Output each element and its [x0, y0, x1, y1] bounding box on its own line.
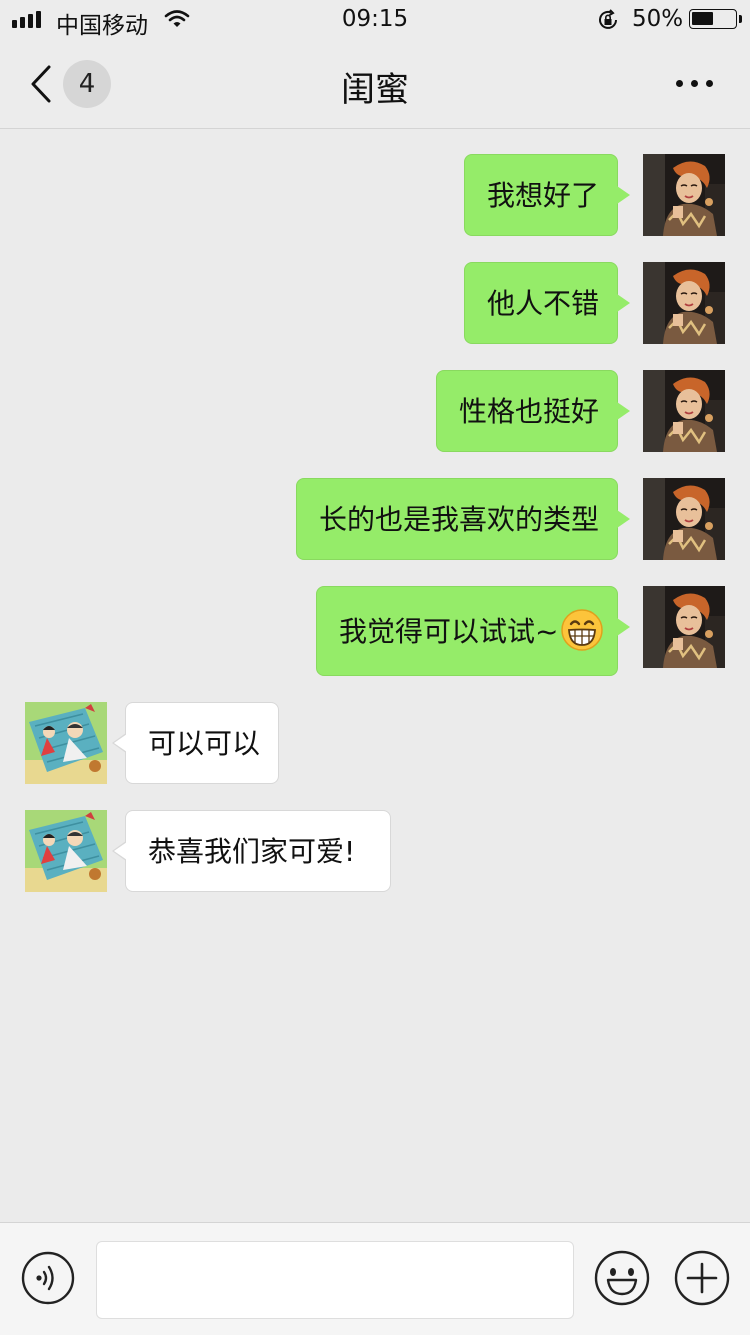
outgoing-bubble[interactable]: 性格也挺好 [436, 370, 630, 452]
message-text: 长的也是我喜欢的类型 [319, 503, 600, 536]
smiley-icon[interactable] [594, 1250, 650, 1306]
my-avatar[interactable] [643, 586, 725, 668]
battery-percent: 50% [632, 6, 684, 32]
message-text: 可以可以 [148, 727, 261, 760]
outgoing-bubble[interactable]: 我觉得可以试试~ [316, 586, 630, 676]
my-avatar[interactable] [643, 262, 725, 344]
outgoing-bubble[interactable]: 长的也是我喜欢的类型 [296, 478, 630, 560]
message-text: 恭喜我们家可爱! [148, 835, 356, 868]
incoming-bubble[interactable]: 可以可以 [112, 702, 279, 784]
outgoing-bubble[interactable]: 他人不错 [464, 262, 630, 344]
message-text: 我想好了 [487, 179, 600, 212]
my-avatar[interactable] [643, 154, 725, 236]
input-bar [0, 1222, 750, 1335]
status-bar: 中国移动 09:15 50% [0, 0, 750, 40]
my-avatar[interactable] [643, 370, 725, 452]
friend-avatar[interactable] [25, 810, 107, 892]
grinning-face-emoji [561, 609, 604, 651]
incoming-bubble[interactable]: 恭喜我们家可爱! [112, 810, 391, 892]
friend-avatar[interactable] [25, 702, 107, 784]
message-text: 他人不错 [487, 287, 600, 320]
outgoing-bubble[interactable]: 我想好了 [464, 154, 630, 236]
rotation-lock-icon [599, 9, 617, 29]
message-text: 性格也挺好 [459, 395, 600, 428]
message-text: 我觉得可以试试~ [339, 615, 559, 648]
battery-icon [689, 9, 742, 29]
ellipsis-icon[interactable] [676, 80, 713, 87]
plus-icon[interactable] [674, 1250, 730, 1306]
chat-title: 闺蜜 [341, 70, 409, 110]
nav-bar: 4 闺蜜 [0, 40, 750, 129]
message-input[interactable] [96, 1241, 574, 1319]
voice-icon[interactable] [21, 1251, 75, 1305]
my-avatar[interactable] [643, 478, 725, 560]
